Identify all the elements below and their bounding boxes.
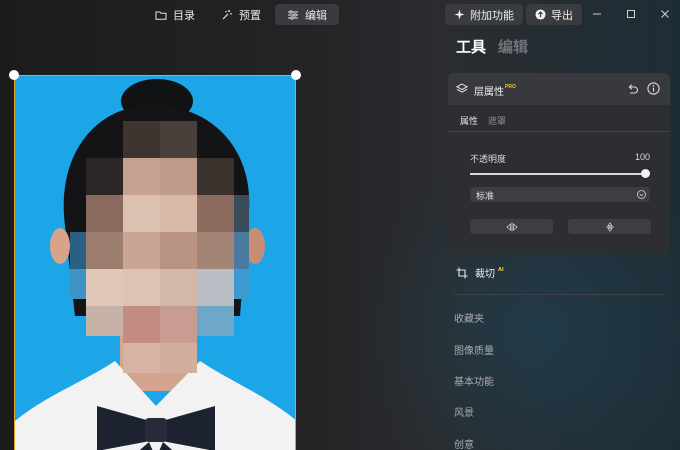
sparkle-icon xyxy=(454,9,465,20)
opacity-slider[interactable] xyxy=(470,169,650,178)
tab-edit-label: 编辑 xyxy=(305,8,327,22)
flip-horizontal-icon xyxy=(505,222,518,231)
tab-tools[interactable]: 工具 xyxy=(456,36,486,57)
subtabs-divider xyxy=(448,131,670,132)
blend-mode-value: 标准 xyxy=(476,192,495,202)
blend-mode-select[interactable]: 标准 xyxy=(470,187,650,202)
flip-vertical-button[interactable] xyxy=(568,219,651,234)
tab-presets[interactable]: 预置 xyxy=(209,4,273,25)
pro-badge: PRO xyxy=(505,84,516,90)
mode-tabs: 目录 预置 编辑 xyxy=(143,4,339,25)
maximize-icon[interactable] xyxy=(624,7,638,21)
opacity-slider-thumb[interactable] xyxy=(641,169,650,178)
layer-properties-title: 层属性 xyxy=(474,87,504,98)
layer-subtabs: 属性 遮罩 xyxy=(460,114,506,127)
info-icon[interactable] xyxy=(647,82,660,95)
folder-icon xyxy=(155,11,167,20)
tab-library[interactable]: 目录 xyxy=(143,4,207,25)
app-window: 目录 预置 编辑 附加功能 导出 工具 编辑 层属性 PRO 属性 遮罩 不透明… xyxy=(0,0,680,450)
panel-tabs: 工具 编辑 xyxy=(456,36,528,57)
selection-handle-top-left[interactable] xyxy=(9,70,19,80)
export-button[interactable]: 导出 xyxy=(526,4,582,25)
flip-vertical-icon xyxy=(605,221,614,232)
crop-divider xyxy=(454,294,664,295)
section-image-quality[interactable]: 图像质量 xyxy=(454,342,494,357)
section-favorites[interactable]: 收藏夹 xyxy=(454,310,484,325)
crop-tool[interactable]: 裁切 AI xyxy=(456,265,504,280)
tab-library-label: 目录 xyxy=(173,8,195,22)
close-icon[interactable] xyxy=(658,7,672,21)
tab-adjust[interactable]: 编辑 xyxy=(498,36,528,57)
addons-label: 附加功能 xyxy=(470,8,514,22)
subtab-properties[interactable]: 属性 xyxy=(460,114,478,127)
export-label: 导出 xyxy=(551,8,573,22)
ai-badge: AI xyxy=(498,267,504,273)
tab-presets-label: 预置 xyxy=(239,8,261,22)
opacity-value: 100 xyxy=(634,152,650,162)
selection-handle-top-right[interactable] xyxy=(291,70,301,80)
flip-horizontal-button[interactable] xyxy=(470,219,553,234)
subtab-mask[interactable]: 遮罩 xyxy=(488,114,506,127)
layers-icon xyxy=(456,83,468,93)
crop-icon xyxy=(456,267,468,278)
minimize-icon[interactable] xyxy=(590,7,604,21)
layer-properties-header[interactable]: 层属性 PRO xyxy=(448,73,670,105)
sliders-icon xyxy=(288,9,298,20)
canvas-photo[interactable] xyxy=(14,75,296,450)
undo-icon[interactable] xyxy=(626,82,639,95)
layer-properties-card: 层属性 PRO 属性 遮罩 不透明度 100 标准 xyxy=(448,73,670,254)
opacity-slider-fill xyxy=(470,173,645,175)
portrait-image xyxy=(15,79,295,450)
addons-button[interactable]: 附加功能 xyxy=(445,4,523,25)
magic-wand-icon xyxy=(222,9,232,19)
chevron-updown-icon xyxy=(637,190,646,199)
section-landscape[interactable]: 风景 xyxy=(454,404,474,419)
tab-edit[interactable]: 编辑 xyxy=(275,4,339,25)
top-bar: 目录 预置 编辑 附加功能 导出 xyxy=(0,0,680,28)
section-essentials[interactable]: 基本功能 xyxy=(454,373,494,388)
opacity-label: 不透明度 xyxy=(470,155,507,165)
upload-icon xyxy=(535,9,546,20)
crop-label: 裁切 xyxy=(475,269,495,280)
section-creative[interactable]: 创意 xyxy=(454,436,474,450)
